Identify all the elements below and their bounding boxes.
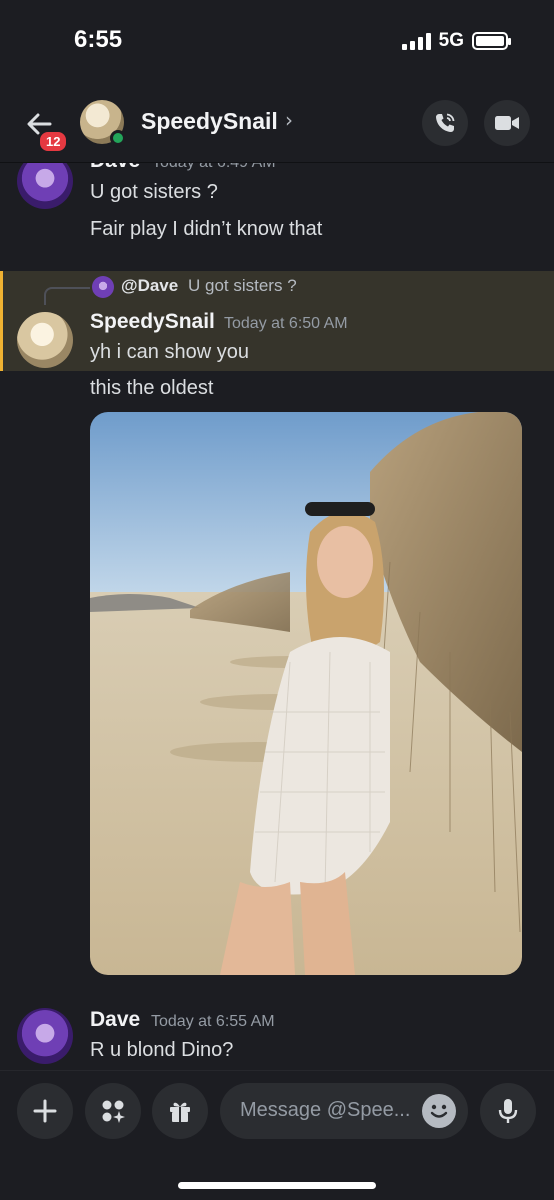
status-icons: 5G (401, 30, 511, 52)
message-author[interactable]: SpeedySnail (90, 310, 215, 334)
plus-icon (33, 1099, 57, 1123)
sparkles-icon (102, 1100, 125, 1123)
camera-icon (495, 116, 519, 130)
smiley-icon (430, 1104, 448, 1118)
reply-author[interactable]: @Dave (121, 276, 178, 296)
apps-button[interactable] (85, 1083, 141, 1139)
video-call-button[interactable] (484, 100, 530, 146)
add-attachment-button[interactable] (17, 1083, 73, 1139)
message-text: yh i can show you (90, 341, 249, 363)
status-time: 6:55 (74, 26, 123, 53)
image-attachment[interactable] (90, 412, 522, 975)
reply-avatar (92, 276, 114, 298)
message-text: R u blond Dino? (90, 1039, 234, 1061)
voice-message-button[interactable] (480, 1083, 536, 1139)
battery-icon (472, 32, 511, 50)
message-timestamp: Today at 6:50 AM (224, 315, 348, 332)
message-composer: Message @Spee... (0, 1070, 554, 1200)
avatar[interactable] (80, 100, 126, 146)
message-placeholder: Message @Spee... (240, 1099, 411, 1121)
signal-icon (401, 32, 431, 50)
avatar[interactable] (17, 1008, 73, 1064)
unread-badge: 12 (38, 130, 69, 153)
microphone-icon (498, 1099, 518, 1123)
network-label: 5G (438, 30, 464, 51)
status-bar: 6:55 5G (0, 0, 554, 80)
gift-icon (170, 1102, 190, 1122)
message-text: this the oldest (90, 377, 214, 399)
gift-button[interactable] (152, 1083, 208, 1139)
reply-preview-text[interactable]: U got sisters ? (188, 276, 297, 296)
message-list[interactable]: Dave Today at 6:49 AM U got sisters ? Fa… (0, 163, 554, 1070)
message-timestamp: Today at 6:55 AM (151, 1013, 275, 1030)
message-input[interactable]: Message @Spee... (220, 1083, 468, 1139)
chevron-right-icon[interactable]: › (285, 108, 293, 132)
message-timestamp: Today at 6:49 AM (152, 163, 276, 172)
reply-connector (44, 287, 90, 305)
beach-photo (90, 412, 522, 975)
page-title[interactable]: SpeedySnail (141, 108, 278, 135)
dm-screen: 6:55 5G 12 SpeedySnail › U got sisters ?… (0, 0, 554, 1200)
avatar[interactable] (17, 163, 73, 209)
home-indicator[interactable] (178, 1182, 376, 1189)
message-text: Fair play I didn’t know that (90, 218, 323, 240)
phone-icon (436, 113, 455, 132)
dm-header: 12 SpeedySnail › (0, 92, 554, 158)
message-text: U got sisters ? (90, 181, 218, 203)
online-status-icon (110, 130, 126, 146)
emoji-button[interactable] (422, 1094, 456, 1128)
message-author[interactable]: Dave (90, 1008, 140, 1032)
message-author[interactable]: Dave (90, 163, 140, 173)
avatar[interactable] (17, 312, 73, 368)
voice-call-button[interactable] (422, 100, 468, 146)
